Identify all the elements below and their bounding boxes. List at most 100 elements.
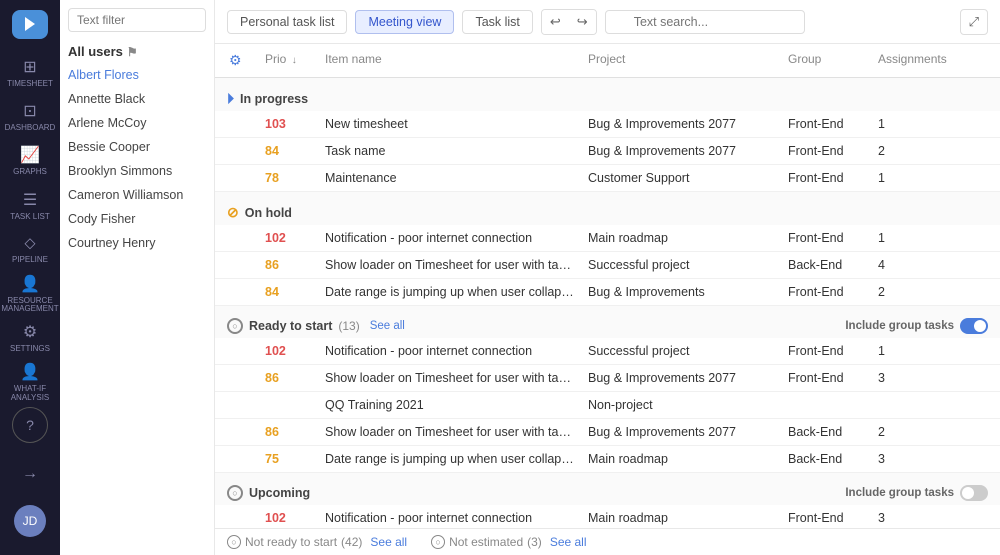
dashboard-icon: ⊡ xyxy=(23,101,36,121)
task-list-tab[interactable]: Task list xyxy=(462,10,532,34)
personal-task-list-tab[interactable]: Personal task list xyxy=(227,10,347,34)
status-bar: ○ Not ready to start (42) See all ○ Not … xyxy=(215,528,1000,555)
user-list-item[interactable]: Albert Flores xyxy=(60,63,214,87)
row-checkbox xyxy=(223,338,259,364)
search-wrapper xyxy=(605,10,805,34)
sidebar-item-graphs[interactable]: 📈 GRAPHS xyxy=(5,141,55,181)
row-item-name[interactable]: New timesheet xyxy=(319,111,582,137)
sidebar-item-task-list[interactable]: ☰ TASK LIST xyxy=(5,185,55,225)
row-project: Bug & Improvements 2077 xyxy=(582,365,782,391)
help-button[interactable]: ? xyxy=(12,407,48,443)
sidebar-item-timesheet[interactable]: ⊞ TIMESHEET xyxy=(5,53,55,93)
include-group-label: Include group tasks xyxy=(845,320,954,332)
row-group: Front-End xyxy=(782,365,872,391)
not-ready-see-all[interactable]: See all xyxy=(370,535,407,549)
row-item-name[interactable]: Date range is jumping up when user colla… xyxy=(319,446,582,472)
row-checkbox xyxy=(223,365,259,391)
user-list-item[interactable]: Courtney Henry xyxy=(60,231,214,255)
sidebar-item-pipeline[interactable]: ⬦ PIPELINE xyxy=(5,230,55,270)
filter-icon[interactable]: ⚑ xyxy=(127,45,138,59)
sidebar-item-resource-management[interactable]: 👤 RESOURCE MANAGEMENT xyxy=(5,274,55,315)
include-group-toggle-upcoming[interactable] xyxy=(960,485,988,501)
row-assignments xyxy=(872,392,992,418)
app-logo[interactable] xyxy=(12,10,48,39)
user-list-item[interactable]: Bessie Cooper xyxy=(60,135,214,159)
user-list-item[interactable]: Brooklyn Simmons xyxy=(60,159,214,183)
row-assignments: 4 xyxy=(872,252,992,278)
search-input[interactable] xyxy=(605,10,805,34)
user-filter-input[interactable] xyxy=(68,8,206,32)
row-project: Main roadmap xyxy=(582,446,782,472)
project-col-header: Project xyxy=(582,44,782,77)
row-group: Back-End xyxy=(782,446,872,472)
row-item-name[interactable]: QQ Training 2021 xyxy=(319,392,582,418)
ready-see-all[interactable]: See all xyxy=(370,320,405,332)
row-item-name[interactable]: Notification - poor internet connection xyxy=(319,225,582,251)
sidebar-nav: ⊞ TIMESHEET ⊡ DASHBOARD 📈 GRAPHS ☰ TASK … xyxy=(0,0,60,555)
meeting-view-tab[interactable]: Meeting view xyxy=(355,10,454,34)
section-upcoming-header: ○ Upcoming Include group tasks xyxy=(215,477,1000,505)
ready-icon: ○ xyxy=(227,318,243,334)
include-group-toggle-ready[interactable] xyxy=(960,318,988,334)
row-assignments: 1 xyxy=(872,111,992,137)
row-group: Front-End xyxy=(782,338,872,364)
expand-button[interactable]: ⤢ xyxy=(960,9,988,35)
upcoming-icon: ○ xyxy=(227,485,243,501)
row-project: Customer Support xyxy=(582,165,782,191)
prio-col-header[interactable]: Prio ↓ xyxy=(259,44,319,77)
row-checkbox xyxy=(223,419,259,445)
table-container[interactable]: ⚙ Prio ↓ Item name Project Group Assignm… xyxy=(215,44,1000,528)
user-list-item[interactable]: Annette Black xyxy=(60,87,214,111)
row-project: Bug & Improvements 2077 xyxy=(582,138,782,164)
row-item-name[interactable]: Maintenance xyxy=(319,165,582,191)
not-estimated-icon: ○ xyxy=(431,535,445,549)
assignments-col-header: Assignments xyxy=(872,44,992,77)
row-checkbox xyxy=(223,446,259,472)
row-project: Bug & Improvements xyxy=(582,279,782,305)
table-row: 78 Maintenance Customer Support Front-En… xyxy=(215,165,1000,192)
settings-icon: ⚙ xyxy=(23,322,37,342)
user-list: Albert Flores Annette Black Arlene McCoy… xyxy=(60,63,214,255)
row-prio: 102 xyxy=(259,225,319,251)
logout-button[interactable]: → xyxy=(5,449,55,499)
row-item-name[interactable]: Date range is jumping up when user colla… xyxy=(319,279,582,305)
sidebar-item-dashboard[interactable]: ⊡ DASHBOARD xyxy=(5,97,55,137)
table-row: 102 Notification - poor internet connect… xyxy=(215,338,1000,365)
row-group: Front-End xyxy=(782,505,872,528)
include-group-tasks-ready: Include group tasks xyxy=(845,318,988,334)
row-group: Back-End xyxy=(782,419,872,445)
user-list-item[interactable]: Cody Fisher xyxy=(60,207,214,231)
not-ready-count: (42) xyxy=(341,535,362,549)
timesheet-icon: ⊞ xyxy=(23,57,36,77)
row-prio xyxy=(259,392,319,418)
toggle-knob xyxy=(974,320,986,332)
row-item-name[interactable]: Task name xyxy=(319,138,582,164)
not-estimated-see-all[interactable]: See all xyxy=(550,535,587,549)
row-checkbox xyxy=(223,225,259,251)
row-item-name[interactable]: Show loader on Timesheet for user with t… xyxy=(319,419,582,445)
on-hold-icon: ⊘ xyxy=(227,204,239,221)
ready-label: Ready to start xyxy=(249,319,332,333)
undo-button[interactable]: ↩ xyxy=(542,10,569,34)
user-avatar[interactable]: JD xyxy=(14,505,46,537)
row-prio: 84 xyxy=(259,279,319,305)
table-row: 86 Show loader on Timesheet for user wit… xyxy=(215,419,1000,446)
row-group xyxy=(782,392,872,418)
sidebar-item-settings[interactable]: ⚙ SETTINGS xyxy=(5,318,55,358)
redo-button[interactable]: ↪ xyxy=(569,10,596,34)
sidebar-item-what-if[interactable]: 👤 WHAT-IF ANALYSIS xyxy=(5,362,55,403)
row-item-name[interactable]: Notification - poor internet connection xyxy=(319,505,582,528)
row-item-name[interactable]: Notification - poor internet connection xyxy=(319,338,582,364)
row-item-name[interactable]: Show loader on Timesheet for user with t… xyxy=(319,252,582,278)
user-list-item[interactable]: Arlene McCoy xyxy=(60,111,214,135)
not-estimated-status[interactable]: ○ Not estimated (3) See all xyxy=(431,535,586,549)
row-item-name[interactable]: Show loader on Timesheet for user with t… xyxy=(319,365,582,391)
user-list-item[interactable]: Cameron Williamson xyxy=(60,183,214,207)
not-ready-status[interactable]: ○ Not ready to start (42) See all xyxy=(227,535,407,549)
ready-count: (13) xyxy=(338,319,359,333)
table-row: 102 Notification - poor internet connect… xyxy=(215,505,1000,528)
row-assignments: 2 xyxy=(872,279,992,305)
group-col-header: Group xyxy=(782,44,872,77)
row-project: Bug & Improvements 2077 xyxy=(582,111,782,137)
row-group: Front-End xyxy=(782,225,872,251)
